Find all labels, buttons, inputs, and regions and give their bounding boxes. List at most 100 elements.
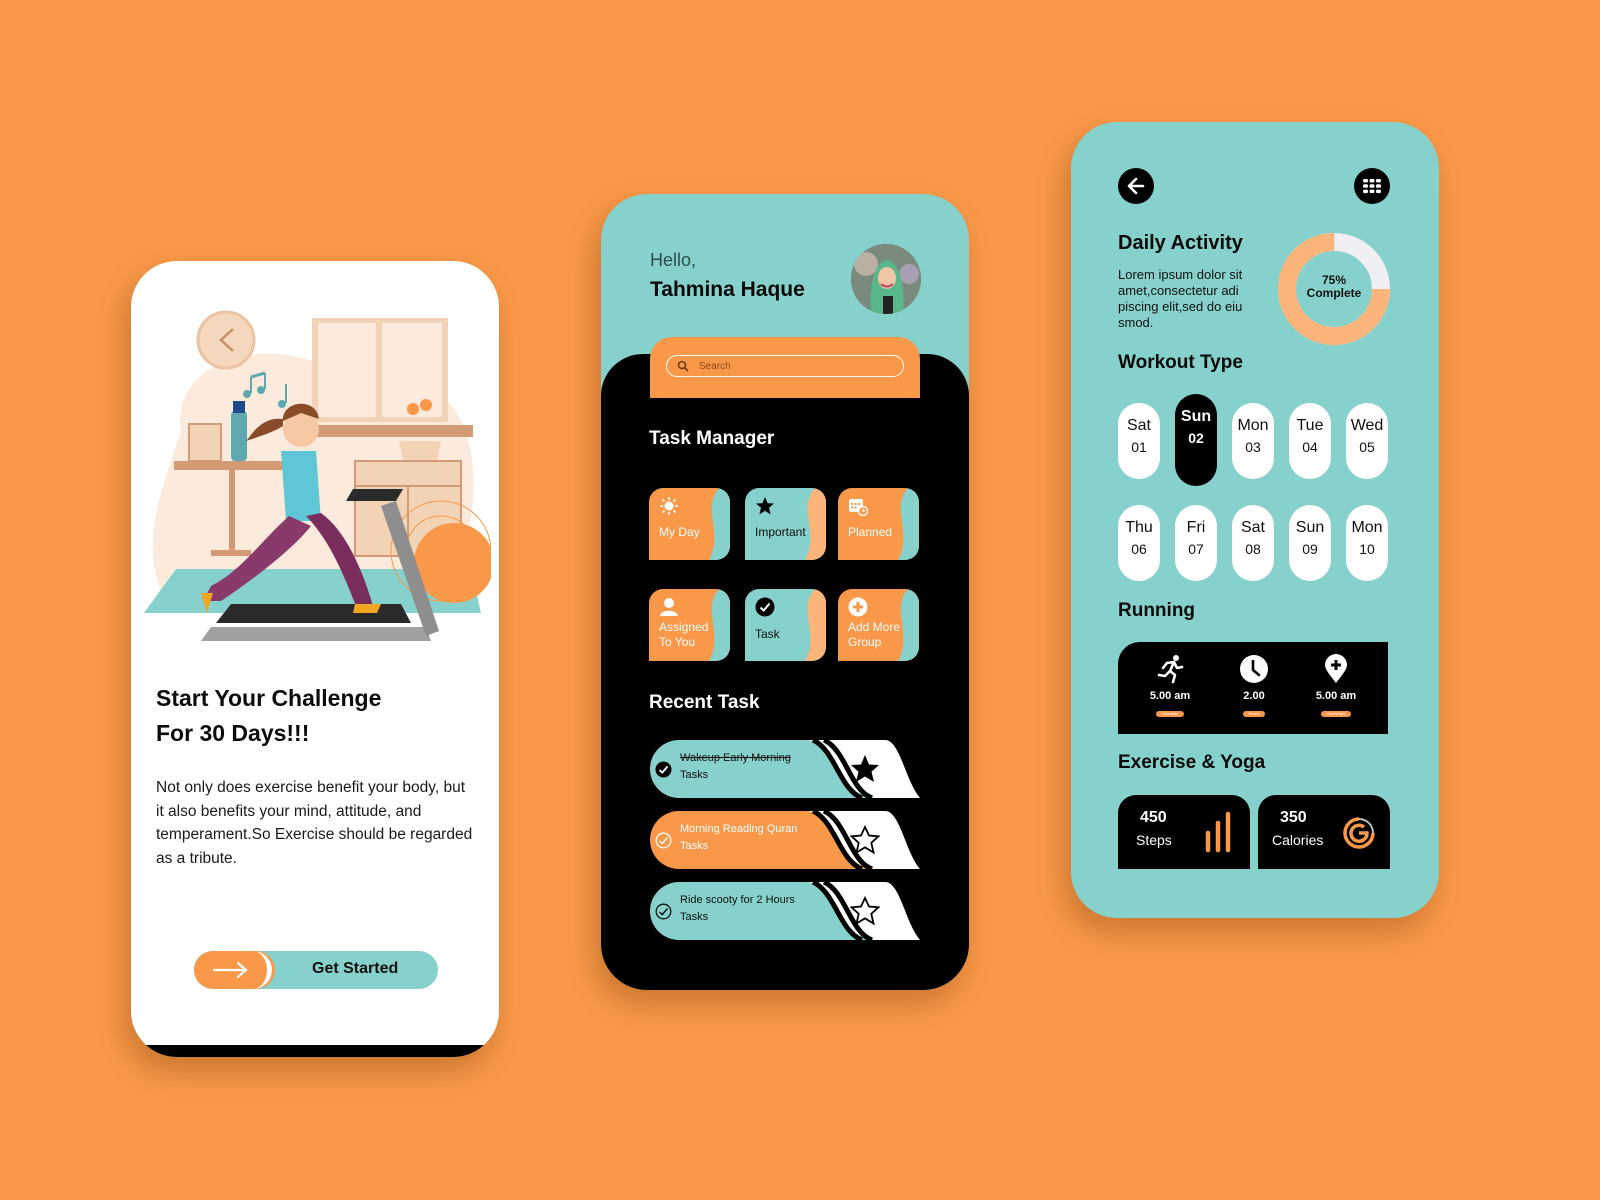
day-name: Mon xyxy=(1351,519,1383,536)
day-name: Sat xyxy=(1126,417,1151,434)
day-pill-sat-08[interactable]: Sat 08 xyxy=(1232,505,1274,581)
sun-icon xyxy=(660,497,678,515)
clock-icon xyxy=(1240,655,1268,683)
tile-task[interactable]: Task xyxy=(745,589,826,661)
daily-activity-title: Daily Activity xyxy=(1118,232,1243,254)
onboarding-screen: Start Your Challenge For 30 Days!!! Not … xyxy=(131,261,499,1057)
tile-label-line-1: Assigned xyxy=(659,620,709,634)
day-number: 04 xyxy=(1302,439,1318,455)
title-line-2: For 30 Days!!! xyxy=(156,720,310,746)
day-name: Wed xyxy=(1350,417,1384,434)
tile-add-more-group[interactable]: Add More Group xyxy=(838,589,919,661)
day-pill-fri-07[interactable]: Fri 07 xyxy=(1175,505,1217,581)
task-name: Wakeup Early Morning xyxy=(680,752,791,764)
running-stat-value: 5.00 am xyxy=(1315,690,1357,702)
search-input[interactable]: Search xyxy=(666,355,904,377)
day-number: 09 xyxy=(1302,541,1318,557)
activity-screen: Daily Activity Lorem ipsum dolor sit ame… xyxy=(1071,122,1439,918)
arrow-right-icon xyxy=(194,951,272,989)
workout-type-title: Workout Type xyxy=(1118,352,1243,373)
day-pill-sun-09[interactable]: Sun 09 xyxy=(1289,505,1331,581)
recent-task-item[interactable]: Morning Reading Quran Tasks xyxy=(650,811,920,869)
day-pill-mon-03[interactable]: Mon 03 xyxy=(1232,403,1274,479)
day-number: 06 xyxy=(1131,541,1147,557)
star-outline-icon[interactable] xyxy=(850,825,880,855)
progress-status: Complete xyxy=(1306,286,1362,300)
runner-icon xyxy=(1157,655,1184,684)
progress-label: 75% Complete xyxy=(1277,274,1391,300)
tile-label: Assigned To You xyxy=(659,620,708,650)
tile-assigned-to-you[interactable]: Assigned To You xyxy=(649,589,730,661)
get-started-button[interactable]: Get Started xyxy=(194,951,438,989)
day-pill-mon-10[interactable]: Mon 10 xyxy=(1346,505,1388,581)
onboarding-description: Not only does exercise benefit your body… xyxy=(156,779,473,867)
tile-label: Task xyxy=(755,627,780,641)
task-manager-title: Task Manager xyxy=(649,428,775,449)
running-stats-card: 5.00 am Kilometer 2.00 Hours 5.00 am Kil… xyxy=(1118,642,1388,734)
day-number: 01 xyxy=(1131,439,1147,455)
task-subtitle: Tasks xyxy=(680,769,709,781)
day-name: Sun xyxy=(1295,519,1325,536)
day-pill-sat-01[interactable]: Sat 01 xyxy=(1118,403,1160,479)
search-icon xyxy=(677,360,689,372)
tile-label: Planned xyxy=(848,525,893,539)
running-stat: 2.00 Hours xyxy=(1214,654,1294,720)
running-stat-unit: Hours xyxy=(1242,711,1266,717)
title-line-1: Start Your Challenge xyxy=(156,685,382,711)
tile-label-line-2: Group xyxy=(848,635,882,649)
tile-important[interactable]: Important xyxy=(745,488,826,560)
day-number: 07 xyxy=(1188,541,1204,557)
running-title: Running xyxy=(1118,600,1196,621)
avatar[interactable] xyxy=(851,244,921,314)
day-pill-thu-06[interactable]: Thu 06 xyxy=(1118,505,1160,581)
user-name: Tahmina Haque xyxy=(650,278,805,301)
search-card: Search xyxy=(650,337,920,398)
grid-menu-icon xyxy=(1363,179,1381,194)
day-number: 03 xyxy=(1245,439,1261,455)
calories-value: 350 xyxy=(1280,809,1307,826)
check-circle-outline-icon[interactable] xyxy=(655,903,672,920)
steps-card[interactable]: 450 Steps xyxy=(1118,795,1250,869)
day-number: 08 xyxy=(1245,541,1261,557)
day-name: Fri xyxy=(1186,519,1206,536)
day-name: Tue xyxy=(1296,417,1324,434)
recent-task-title: Recent Task xyxy=(649,692,760,713)
day-number: 05 xyxy=(1359,439,1375,455)
arrow-left-icon xyxy=(1127,177,1145,195)
star-outline-icon[interactable] xyxy=(850,896,880,926)
star-icon xyxy=(756,497,774,515)
back-button[interactable] xyxy=(1118,168,1154,204)
tile-label-line-1: Add More xyxy=(848,620,901,634)
day-name: Thu xyxy=(1125,519,1153,536)
running-stat-value: 5.00 am xyxy=(1149,690,1191,702)
running-stat-value: 2.00 xyxy=(1243,690,1265,702)
tile-label-line-2: To You xyxy=(659,635,696,649)
calories-card[interactable]: 350 Calories xyxy=(1258,795,1390,869)
tile-my-day[interactable]: My Day xyxy=(649,488,730,560)
check-circle-icon[interactable] xyxy=(655,761,672,778)
tile-label: My Day xyxy=(659,525,700,539)
tile-planned[interactable]: Planned xyxy=(838,488,919,560)
day-pill-wed-05[interactable]: Wed 05 xyxy=(1346,403,1388,479)
calories-label: Calories xyxy=(1272,832,1324,848)
running-stat-unit: Kilometer xyxy=(1155,711,1185,717)
daily-activity-description: Lorem ipsum dolor sit amet,consectetur a… xyxy=(1118,267,1243,330)
day-pill-tue-04[interactable]: Tue 04 xyxy=(1289,403,1331,479)
tile-label: Important xyxy=(755,525,806,539)
home-indicator-bar xyxy=(131,1045,499,1057)
day-pill-sun-02[interactable]: Sun 02 xyxy=(1175,394,1217,486)
check-circle-outline-icon[interactable] xyxy=(655,832,672,849)
calorie-gauge-icon xyxy=(1343,817,1375,849)
onboarding-title: Start Your Challenge For 30 Days!!! xyxy=(156,681,381,751)
recent-task-item[interactable]: Ride scooty for 2 Hours Tasks xyxy=(650,882,920,940)
menu-button[interactable] xyxy=(1354,168,1390,204)
star-filled-icon[interactable] xyxy=(850,754,880,784)
bar-chart-icon xyxy=(1205,811,1231,853)
recent-task-item[interactable]: Wakeup Early Morning Tasks xyxy=(650,740,920,798)
exercise-yoga-title: Exercise & Yoga xyxy=(1118,752,1266,773)
get-started-label: Get Started xyxy=(312,960,399,977)
greeting: Hello, xyxy=(650,250,697,270)
user-icon xyxy=(660,598,678,616)
check-circle-icon xyxy=(755,597,775,617)
tile-label: Add More Group xyxy=(848,620,900,650)
